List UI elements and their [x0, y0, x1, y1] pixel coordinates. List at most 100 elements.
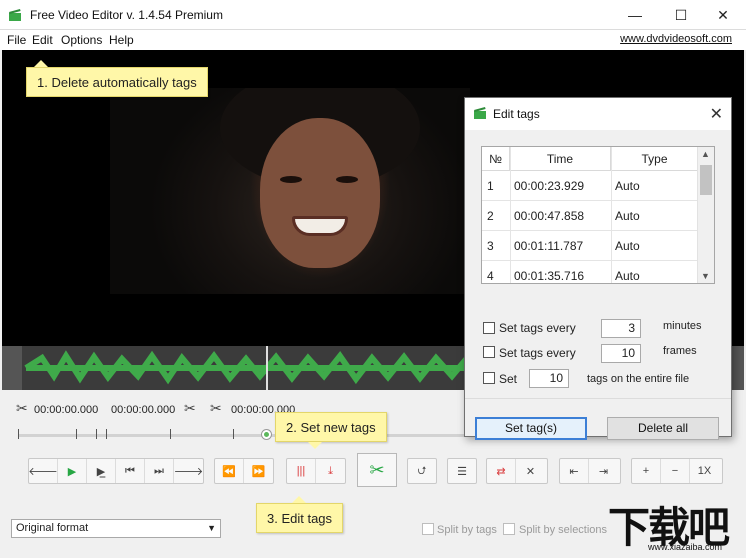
timeline-tick — [106, 429, 107, 439]
video-eye-left — [280, 176, 302, 183]
table-row[interactable]: 1 00:00:23.929 Auto — [482, 171, 698, 201]
cut-button[interactable]: ✂ — [357, 453, 397, 487]
tags-every-frames-checkbox[interactable] — [483, 346, 495, 358]
dialog-close-icon[interactable]: ✕ — [710, 104, 723, 124]
scroll-down-icon[interactable]: ▼ — [701, 271, 710, 281]
cut-start-icon[interactable]: ✂ — [16, 400, 32, 416]
video-face — [260, 118, 380, 268]
next-frame-button[interactable]: ⏭ — [145, 459, 174, 483]
website-link[interactable]: www.dvdvideosoft.com — [620, 33, 732, 45]
tooltip-arrow — [34, 60, 48, 67]
seek-end-button[interactable]: ⏩ — [244, 459, 273, 483]
timeline-tick — [18, 429, 19, 439]
watermark-url: www.xiazaiba.com — [648, 542, 723, 552]
set-tags-button[interactable]: Set tag(s) — [475, 417, 587, 440]
seek-start-button[interactable]: ⏪ — [215, 459, 244, 483]
timeline-slider-knob[interactable] — [261, 430, 271, 439]
zoom-out-button[interactable]: − — [661, 459, 690, 483]
dialog-title-bar: Edit tags ✕ — [465, 98, 731, 130]
cut-segment-icon[interactable]: ✂ — [210, 400, 226, 416]
column-header-number[interactable]: № — [482, 147, 510, 171]
close-button[interactable]: ✕ — [700, 0, 746, 30]
column-header-type[interactable]: Type — [611, 147, 698, 171]
tags-every-minutes-checkbox[interactable] — [483, 322, 495, 334]
tags-every-minutes-label: Set tags every — [499, 321, 576, 335]
cell-type: Auto — [615, 209, 640, 223]
video-eye-right — [336, 176, 358, 183]
split-by-tags-checkbox[interactable] — [422, 523, 434, 535]
delete-all-button[interactable]: Delete all — [607, 417, 719, 440]
site-watermark: 下载吧 www.xiazaiba.com — [608, 494, 742, 554]
minutes-input[interactable]: 3 — [601, 319, 641, 338]
timeline-tick — [96, 429, 97, 439]
split-by-selections-checkbox[interactable] — [503, 523, 515, 535]
cell-type: Auto — [615, 179, 640, 193]
menu-options[interactable]: Options — [61, 33, 102, 47]
prev-marker-button[interactable]: ⇤ — [560, 459, 589, 483]
timeline-tick — [170, 429, 171, 439]
tags-list-button[interactable]: ||| — [287, 459, 316, 483]
next-marker-button[interactable]: ⇥ — [589, 459, 618, 483]
cell-number: 3 — [487, 239, 494, 253]
scroll-up-icon[interactable]: ▲ — [701, 149, 710, 159]
zoom-controls: + − 1X — [631, 458, 723, 484]
cell-type: Auto — [615, 269, 640, 283]
prev-frame-button[interactable]: ⏮ — [116, 459, 145, 483]
zoom-in-button[interactable]: + — [632, 459, 661, 483]
menu-bar: File Edit Options Help www.dvdvideosoft.… — [0, 30, 746, 50]
cell-time: 00:01:35.716 — [514, 269, 585, 283]
speed-button[interactable]: 1X — [690, 459, 719, 483]
table-row[interactable]: 4 00:01:35.716 Auto — [482, 261, 698, 283]
maximize-button[interactable]: ☐ — [658, 0, 704, 30]
timeline-track[interactable] — [18, 434, 478, 437]
rotate-icon[interactable]: ⮍ — [408, 459, 436, 483]
cell-time: 00:00:23.929 — [514, 179, 585, 193]
seek-controls: ⏪ ⏩ — [214, 458, 274, 484]
menu-edit[interactable]: Edit — [32, 33, 53, 47]
navigate-marker-controls: ⇤ ⇥ — [559, 458, 621, 484]
cell-number: 2 — [487, 209, 494, 223]
split-by-tags-label: Split by tags — [437, 524, 497, 536]
table-row[interactable]: 2 00:00:47.858 Auto — [482, 201, 698, 231]
menu-file[interactable]: File — [7, 33, 26, 47]
tooltip-set-new-tags: 2. Set new tags — [275, 412, 387, 442]
remove-marker-button[interactable]: ✕ — [516, 459, 545, 483]
tooltip-arrow — [308, 442, 322, 449]
entire-file-unit-label: tags on the entire file — [587, 373, 690, 385]
tags-entire-file-checkbox[interactable] — [483, 372, 495, 384]
menu-help[interactable]: Help — [109, 33, 134, 47]
column-header-time[interactable]: Time — [510, 147, 611, 171]
tooltip-delete-tags: 1. Delete automatically tags — [26, 67, 208, 97]
minutes-unit-label: minutes — [663, 320, 702, 332]
cell-time: 00:00:47.858 — [514, 209, 585, 223]
clapperboard-icon — [474, 107, 486, 119]
frames-input[interactable]: 10 — [601, 344, 641, 363]
clapperboard-icon — [9, 9, 21, 21]
tooltip-arrow — [292, 496, 306, 503]
play-button[interactable]: ▶ — [58, 459, 87, 483]
scrollbar-thumb[interactable] — [700, 165, 712, 195]
window-title: Free Video Editor v. 1.4.54 Premium — [30, 8, 223, 22]
step-back-button[interactable]: 🡐 — [28, 459, 58, 483]
tag-count-input[interactable]: 10 — [529, 369, 569, 388]
tags-every-frames-label: Set tags every — [499, 346, 576, 360]
cell-type: Auto — [615, 239, 640, 253]
set-tag-button[interactable]: ⤓ — [316, 459, 345, 483]
adjust-controls: ☰ — [447, 458, 477, 484]
video-smile — [292, 216, 348, 236]
tooltip-edit-tags: 3. Edit tags — [256, 503, 344, 533]
table-scrollbar[interactable]: ▲ ▼ — [697, 147, 714, 283]
minimize-button[interactable]: — — [612, 0, 658, 30]
chevron-down-icon: ▼ — [207, 523, 216, 533]
step-forward-button[interactable]: 🡒 — [174, 459, 204, 483]
play-selection-button[interactable]: ▶̲ — [87, 459, 116, 483]
table-row[interactable]: 3 00:01:11.787 Auto — [482, 231, 698, 261]
title-bar: Free Video Editor v. 1.4.54 Premium — ☐ … — [0, 0, 746, 30]
frames-unit-label: frames — [663, 345, 697, 357]
output-format-select[interactable]: Original format ▼ — [11, 519, 221, 538]
waveform-playhead[interactable] — [266, 346, 268, 390]
add-marker-button[interactable]: ⇄ — [487, 459, 516, 483]
cut-end-icon[interactable]: ✂ — [184, 400, 200, 416]
tags-entire-file-label: Set — [499, 372, 518, 386]
settings-sliders-icon[interactable]: ☰ — [448, 459, 476, 483]
